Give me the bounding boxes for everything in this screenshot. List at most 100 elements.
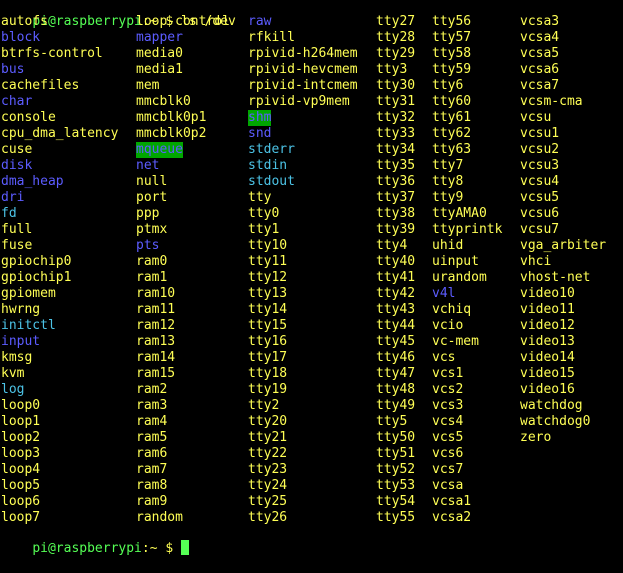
dev-entry-tty23: tty23 bbox=[248, 462, 288, 477]
dev-entry-video10: video10 bbox=[520, 286, 575, 301]
dev-entry-tty44: tty44 bbox=[376, 318, 416, 333]
dev-entry-rpivid-vp9mem: rpivid-vp9mem bbox=[248, 94, 350, 109]
dev-entry-tty36: tty36 bbox=[376, 174, 416, 189]
prompt-user-host: pi@raspberrypi bbox=[32, 14, 142, 29]
dev-entry-ram11: ram11 bbox=[136, 302, 176, 317]
dev-entry-cpu-dma-latency: cpu_dma_latency bbox=[1, 126, 119, 141]
dev-entry-tty41: tty41 bbox=[376, 270, 416, 285]
dev-entry-btrfs-control: btrfs-control bbox=[1, 46, 103, 61]
dev-entry-tty25: tty25 bbox=[248, 494, 288, 509]
dev-entry-tty33: tty33 bbox=[376, 126, 416, 141]
dev-entry-tty1: tty1 bbox=[248, 222, 280, 237]
dev-entry-tty27: tty27 bbox=[376, 14, 416, 29]
dev-entry-tty: tty bbox=[248, 190, 272, 205]
dev-entry-vcsu5: vcsu5 bbox=[520, 190, 560, 205]
dev-entry-video13: video13 bbox=[520, 334, 575, 349]
dev-entry-tty10: tty10 bbox=[248, 238, 288, 253]
dev-entry-tty26: tty26 bbox=[248, 510, 288, 525]
dev-entry-tty30: tty30 bbox=[376, 78, 416, 93]
dev-entry-vcsa1: vcsa1 bbox=[432, 494, 472, 509]
dev-entry-ram2: ram2 bbox=[136, 382, 168, 397]
dev-entry-bus: bus bbox=[1, 62, 25, 77]
dev-entry-tty31: tty31 bbox=[376, 94, 416, 109]
dev-entry-tty5: tty5 bbox=[376, 414, 408, 429]
dev-entry-disk: disk bbox=[1, 158, 33, 173]
active-prompt-line[interactable]: pi@raspberrypi:~ $ bbox=[1, 524, 190, 556]
dev-entry-vcsa: vcsa bbox=[432, 478, 464, 493]
dev-entry-tty60: tty60 bbox=[432, 94, 472, 109]
dev-entry-watchdog: watchdog bbox=[520, 398, 583, 413]
dev-entry-ram3: ram3 bbox=[136, 398, 168, 413]
dev-entry-tty39: tty39 bbox=[376, 222, 416, 237]
dev-entry-tty45: tty45 bbox=[376, 334, 416, 349]
dev-entry-loop4: loop4 bbox=[1, 462, 41, 477]
dev-entry-tty7: tty7 bbox=[432, 158, 464, 173]
text-cursor bbox=[181, 540, 190, 555]
dev-entry-dma-heap: dma_heap bbox=[1, 174, 64, 189]
dev-entry-vcs5: vcs5 bbox=[432, 430, 464, 445]
dev-entry-char: char bbox=[1, 94, 33, 109]
dev-entry-tty42: tty42 bbox=[376, 286, 416, 301]
dev-entry-ram6: ram6 bbox=[136, 446, 168, 461]
dev-entry-tty59: tty59 bbox=[432, 62, 472, 77]
active-prompt-user-host: pi@raspberrypi bbox=[32, 541, 142, 556]
dev-entry-tty12: tty12 bbox=[248, 270, 288, 285]
dev-entry-tty56: tty56 bbox=[432, 14, 472, 29]
dev-entry-vcsu4: vcsu4 bbox=[520, 174, 560, 189]
dev-entry-fd: fd bbox=[1, 206, 17, 221]
dev-entry-loop6: loop6 bbox=[1, 494, 41, 509]
dev-entry-tty18: tty18 bbox=[248, 366, 288, 381]
dev-entry-tty14: tty14 bbox=[248, 302, 288, 317]
dev-entry-vcsa5: vcsa5 bbox=[520, 46, 560, 61]
dev-entry-vc-mem: vc-mem bbox=[432, 334, 479, 349]
dev-entry-tty19: tty19 bbox=[248, 382, 288, 397]
dev-entry-rfkill: rfkill bbox=[248, 30, 295, 45]
dev-entry-port: port bbox=[136, 190, 168, 205]
dev-entry-urandom: urandom bbox=[432, 270, 487, 285]
dev-entry-loop5: loop5 bbox=[1, 478, 41, 493]
dev-entry-ram4: ram4 bbox=[136, 414, 168, 429]
dev-entry-media0: media0 bbox=[136, 46, 183, 61]
dev-entry-mapper: mapper bbox=[136, 30, 183, 45]
dev-entry-vcsm-cma: vcsm-cma bbox=[520, 94, 583, 109]
dev-entry-rpivid-hevcmem: rpivid-hevcmem bbox=[248, 62, 358, 77]
dev-entry-tty46: tty46 bbox=[376, 350, 416, 365]
dev-entry-vcsa2: vcsa2 bbox=[432, 510, 472, 525]
dev-entry-raw: raw bbox=[248, 14, 272, 29]
dev-entry-vcsu2: vcsu2 bbox=[520, 142, 560, 157]
dev-entry-vcio: vcio bbox=[432, 318, 464, 333]
dev-entry-initctl: initctl bbox=[1, 318, 56, 333]
dev-entry-tty63: tty63 bbox=[432, 142, 472, 157]
dev-entry-cuse: cuse bbox=[1, 142, 33, 157]
dev-entry-vcs6: vcs6 bbox=[432, 446, 464, 461]
dev-entry-tty37: tty37 bbox=[376, 190, 416, 205]
dev-entry-stdin: stdin bbox=[248, 158, 288, 173]
dev-entry-vcs2: vcs2 bbox=[432, 382, 464, 397]
dev-entry-tty53: tty53 bbox=[376, 478, 416, 493]
dev-entry-vcs7: vcs7 bbox=[432, 462, 464, 477]
dev-entry-kmsg: kmsg bbox=[1, 350, 33, 365]
dev-entry-video11: video11 bbox=[520, 302, 575, 317]
dev-entry-tty15: tty15 bbox=[248, 318, 288, 333]
dev-entry-vcsa6: vcsa6 bbox=[520, 62, 560, 77]
dev-entry-tty54: tty54 bbox=[376, 494, 416, 509]
dev-entry-video15: video15 bbox=[520, 366, 575, 381]
dev-entry-full: full bbox=[1, 222, 33, 237]
terminal-window[interactable]: pi@raspberrypi:~ $ ls /dev autofs block bt… bbox=[0, 0, 623, 556]
dev-entry-vcsa3: vcsa3 bbox=[520, 14, 560, 29]
dev-entry-tty21: tty21 bbox=[248, 430, 288, 445]
dev-entry-ram10: ram10 bbox=[136, 286, 176, 301]
dev-entry-tty38: tty38 bbox=[376, 206, 416, 221]
dev-entry-mem: mem bbox=[136, 78, 160, 93]
dev-entry-tty17: tty17 bbox=[248, 350, 288, 365]
dev-entry-tty43: tty43 bbox=[376, 302, 416, 317]
dev-entry-loop1: loop1 bbox=[1, 414, 41, 429]
dev-entry-watchdog0: watchdog0 bbox=[520, 414, 591, 429]
dev-entry-ram14: ram14 bbox=[136, 350, 176, 365]
dev-entry-vhci: vhci bbox=[520, 254, 552, 269]
dev-entry-video16: video16 bbox=[520, 382, 575, 397]
dev-entry-tty35: tty35 bbox=[376, 158, 416, 173]
dev-entry-vcs: vcs bbox=[432, 350, 456, 365]
active-prompt-separator: : bbox=[141, 541, 150, 556]
dev-entry-mmcblk0p1: mmcblk0p1 bbox=[136, 110, 207, 125]
